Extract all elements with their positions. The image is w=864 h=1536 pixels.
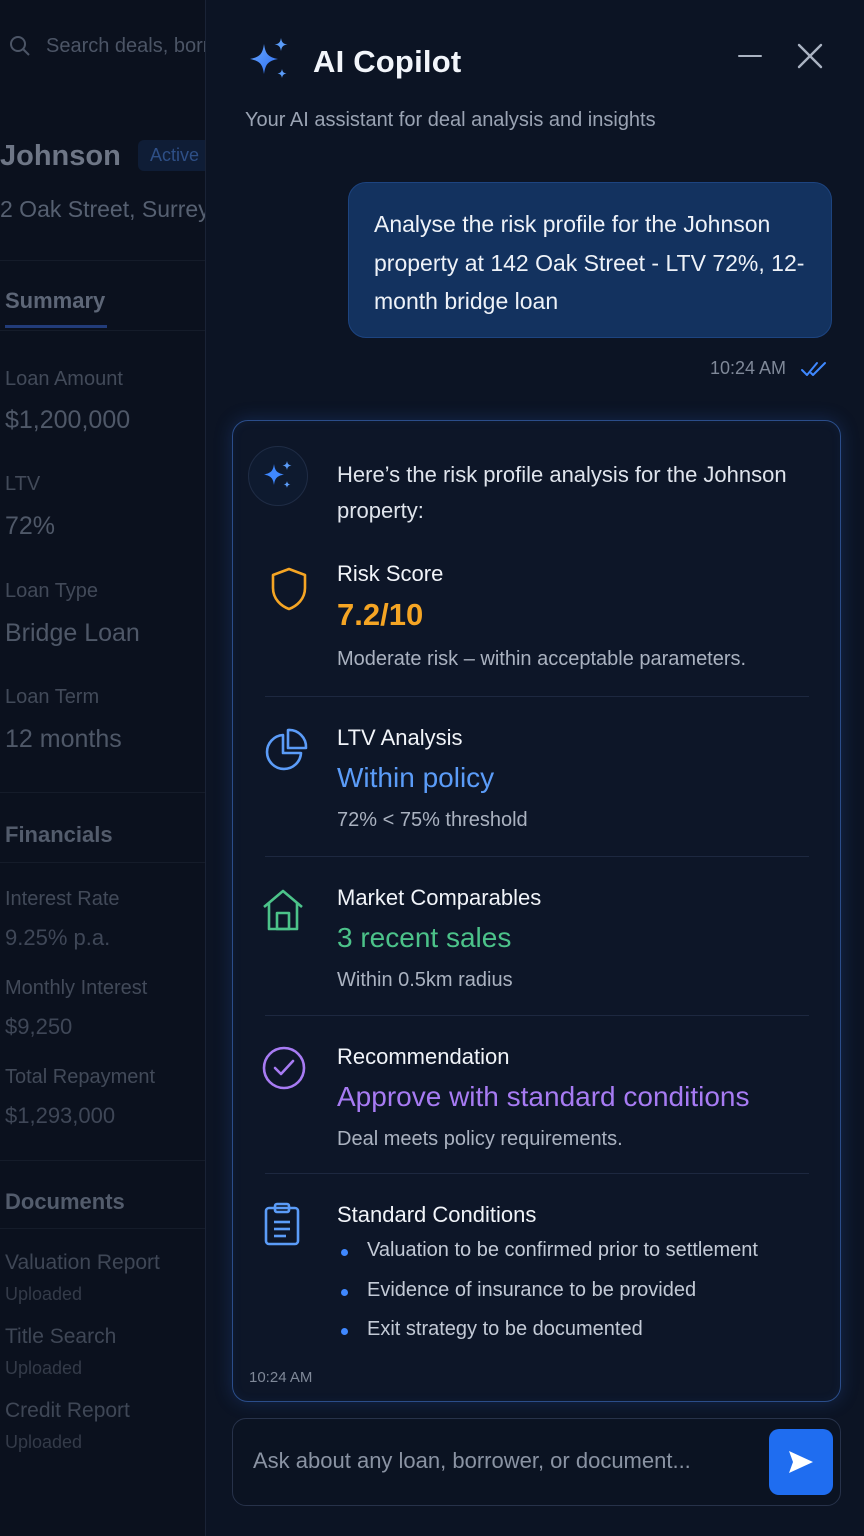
ai-intro-text: Here’s the risk profile analysis for the… <box>337 462 787 523</box>
check-circle-icon <box>262 1046 306 1090</box>
risk-score-value: 7.2/10 <box>337 597 424 632</box>
pie-chart-icon <box>265 728 308 771</box>
house-icon <box>263 889 303 931</box>
user-message-bubble: Analyse the risk profile for the Johnson… <box>348 182 832 338</box>
loan-term-label: Loan Term <box>5 686 100 708</box>
divider <box>0 260 205 261</box>
total-repayment-label: Total Repayment <box>5 1066 156 1088</box>
search-placeholder: Search deals, borrowers... <box>46 34 205 57</box>
divider <box>0 330 205 331</box>
deal-name: Johnson <box>0 140 121 172</box>
loan-amount-value: $1,200,000 <box>5 406 131 434</box>
chat-input-bar <box>232 1418 841 1506</box>
total-repayment-value: $1,293,000 <box>5 1103 116 1128</box>
copilot-title: AI Copilot <box>313 44 462 79</box>
status-badge: Active <box>138 140 205 171</box>
divider <box>0 1228 205 1229</box>
list-item: Valuation to be confirmed prior to settl… <box>337 1239 758 1279</box>
divider <box>265 856 809 857</box>
user-message-text: Analyse the risk profile for the Johnson… <box>374 211 805 314</box>
deal-address: 2 Oak Street, Surrey <box>0 196 205 222</box>
ltv-analysis-value: Within policy <box>337 762 495 793</box>
ltv-label: LTV <box>5 473 41 495</box>
sparkles-icon <box>250 38 288 78</box>
divider <box>265 696 809 697</box>
divider <box>265 1173 809 1174</box>
monthly-interest-value: $9,250 <box>5 1014 73 1039</box>
divider <box>0 862 205 863</box>
double-check-icon <box>801 362 826 376</box>
ltv-analysis-description: 72% < 75% threshold <box>337 809 528 831</box>
list-item: Exit strategy to be documented <box>337 1318 758 1358</box>
ltv-value: 72% <box>5 512 56 540</box>
chat-input[interactable] <box>253 1439 753 1483</box>
close-button[interactable] <box>794 40 826 72</box>
search-icon <box>10 36 30 56</box>
tab-summary[interactable]: Summary <box>5 288 105 314</box>
list-item: Evidence of insurance to be provided <box>337 1279 758 1319</box>
divider <box>265 1015 809 1016</box>
document-name[interactable]: Credit Report <box>5 1399 130 1423</box>
interest-rate-label: Interest Rate <box>5 888 120 910</box>
loan-amount-label: Loan Amount <box>5 368 123 390</box>
clipboard-icon <box>264 1202 300 1246</box>
message-timestamp: 10:24 AM <box>249 1369 313 1386</box>
market-comparables-title: Market Comparables <box>337 885 542 910</box>
sparkles-icon <box>264 461 292 488</box>
send-icon <box>789 1451 813 1473</box>
loan-type-value: Bridge Loan <box>5 619 140 647</box>
risk-score-description: Moderate risk – within acceptable parame… <box>337 648 747 670</box>
divider <box>0 792 205 793</box>
financials-heading: Financials <box>5 822 113 847</box>
document-name[interactable]: Title Search <box>5 1325 116 1349</box>
search-bar[interactable]: Search deals, borrowers... <box>8 28 205 64</box>
recommendation-description: Deal meets policy requirements. <box>337 1128 623 1150</box>
document-status: Uploaded <box>5 1432 83 1452</box>
documents-heading: Documents <box>5 1189 125 1214</box>
loan-term-value: 12 months <box>5 725 122 753</box>
tab-active-indicator <box>5 325 107 328</box>
divider <box>0 1160 205 1161</box>
risk-score-title: Risk Score <box>337 561 444 586</box>
document-status: Uploaded <box>5 1284 83 1304</box>
send-button[interactable] <box>769 1429 833 1495</box>
document-status: Uploaded <box>5 1358 83 1378</box>
message-timestamp: 10:24 AM <box>710 358 787 378</box>
minimize-button[interactable] <box>736 44 764 68</box>
shield-icon <box>271 567 307 611</box>
market-comparables-description: Within 0.5km radius <box>337 969 513 991</box>
conditions-list: Valuation to be confirmed prior to settl… <box>337 1239 758 1358</box>
recommendation-value: Approve with standard conditions <box>337 1081 750 1112</box>
document-name[interactable]: Valuation Report <box>5 1251 160 1275</box>
interest-rate-value: 9.25% p.a. <box>5 925 111 950</box>
ai-copilot-panel: AI Copilot Your AI assistant for deal an… <box>205 0 864 1536</box>
ai-response-card: Here’s the risk profile analysis for the… <box>232 420 841 1402</box>
copilot-subtitle: Your AI assistant for deal analysis and … <box>245 109 656 131</box>
standard-conditions-title: Standard Conditions <box>337 1202 537 1227</box>
recommendation-title: Recommendation <box>337 1044 510 1069</box>
deal-details-panel: Search deals, borrowers... Johnson Activ… <box>0 0 205 1536</box>
loan-type-label: Loan Type <box>5 580 99 602</box>
market-comparables-value: 3 recent sales <box>337 922 512 953</box>
ai-avatar <box>248 446 308 506</box>
ltv-analysis-title: LTV Analysis <box>337 725 463 750</box>
app-window: Search deals, borrowers... Johnson Activ… <box>0 0 864 1536</box>
monthly-interest-label: Monthly Interest <box>5 977 148 999</box>
close-icon <box>797 43 823 69</box>
